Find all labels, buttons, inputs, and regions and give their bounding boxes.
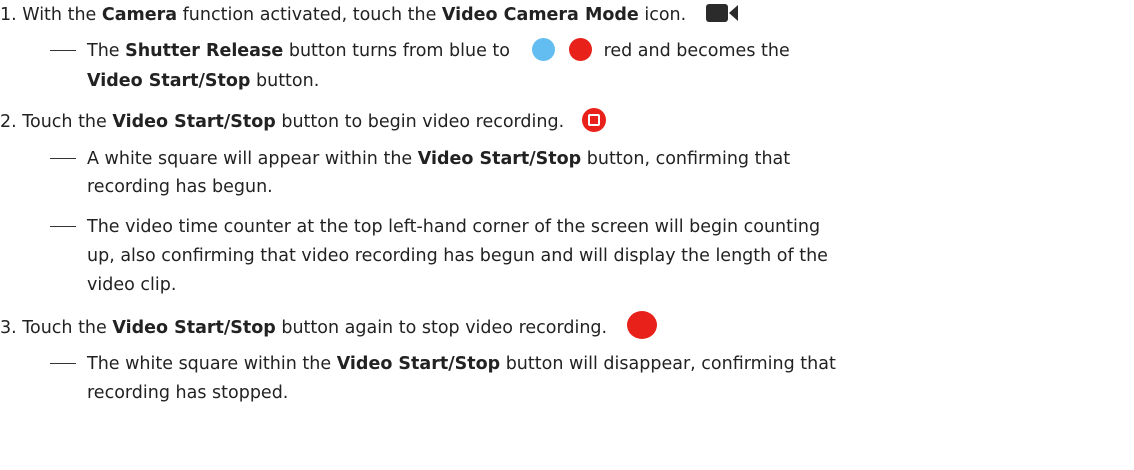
- note-dash: [50, 49, 76, 51]
- note-text: red and becomes the: [603, 41, 790, 61]
- note-text: recording has begun.: [87, 177, 273, 197]
- note-text: button will disappear, confirming that: [500, 354, 836, 374]
- video-record-button-icon: [626, 311, 657, 339]
- note-dash: [50, 225, 76, 227]
- note-text: video clip.: [87, 275, 177, 295]
- step-text: button again to stop video recording.: [275, 318, 608, 338]
- step-1: 1. With the Camera function activated, t…: [0, 3, 740, 27]
- step-2-note-2-line-2: up, also confirming that video recording…: [87, 244, 828, 268]
- step-text: icon.: [638, 5, 687, 25]
- step-2-note-2-line-3: video clip.: [87, 273, 176, 297]
- note-text: recording has stopped.: [87, 383, 289, 403]
- note-dash: [50, 362, 76, 364]
- step-2-note-2-line-1: The video time counter at the top left-h…: [50, 215, 820, 239]
- step-3-note-1-line-2: recording has stopped.: [87, 381, 288, 405]
- note-dash: [50, 157, 76, 159]
- note-text: button turns from blue to: [283, 41, 516, 61]
- blue-circle-icon: [531, 37, 555, 61]
- step-text: Touch the: [22, 318, 113, 338]
- step-3-note-1-line-1: The white square within the Video Start/…: [50, 352, 836, 376]
- note-text: The: [87, 41, 126, 61]
- step-text-bold: Camera: [101, 5, 178, 25]
- step-text: function activated, touch the: [177, 5, 442, 25]
- video-stop-button-icon: [581, 108, 606, 132]
- instruction-document: 1. With the Camera function activated, t…: [0, 0, 1134, 470]
- step-text: With the: [22, 5, 102, 25]
- note-text: up, also confirming that video recording…: [87, 246, 828, 266]
- note-text-bold: Video Start/Stop: [336, 354, 501, 374]
- note-text-bold: Video Start/Stop: [87, 71, 251, 91]
- step-text-bold: Video Start/Stop: [112, 318, 276, 338]
- step-3: 3. Touch the Video Start/Stop button aga…: [0, 311, 657, 339]
- step-number: 2.: [0, 112, 17, 132]
- white-square-icon: [587, 114, 600, 126]
- step-2-note-1-line-1: A white square will appear within the Vi…: [50, 147, 790, 171]
- note-text: The white square within the: [87, 354, 337, 374]
- video-camera-mode-icon: [705, 4, 738, 22]
- step-text-bold: Video Camera Mode: [441, 5, 639, 25]
- step-number: 3.: [0, 318, 17, 338]
- note-text: button.: [250, 71, 320, 91]
- note-text: button, confirming that: [581, 149, 791, 169]
- step-2-note-1-line-2: recording has begun.: [87, 175, 273, 199]
- step-text-bold: Video Start/Stop: [112, 112, 276, 132]
- step-number: 1.: [0, 5, 17, 25]
- red-circle-icon: [568, 37, 592, 61]
- note-text-bold: Video Start/Stop: [417, 149, 582, 169]
- note-text: The video time counter at the top left-h…: [87, 217, 821, 237]
- step-1-note-1-line-2: Video Start/Stop button.: [87, 69, 319, 93]
- step-1-note-1-line-1: The Shutter Release button turns from bl…: [50, 37, 790, 63]
- step-text: Touch the: [22, 112, 113, 132]
- step-text: button to begin video recording.: [275, 112, 565, 132]
- note-text-bold: Shutter Release: [125, 41, 284, 61]
- step-2: 2. Touch the Video Start/Stop button to …: [0, 108, 606, 134]
- note-text: A white square will appear within the: [87, 149, 418, 169]
